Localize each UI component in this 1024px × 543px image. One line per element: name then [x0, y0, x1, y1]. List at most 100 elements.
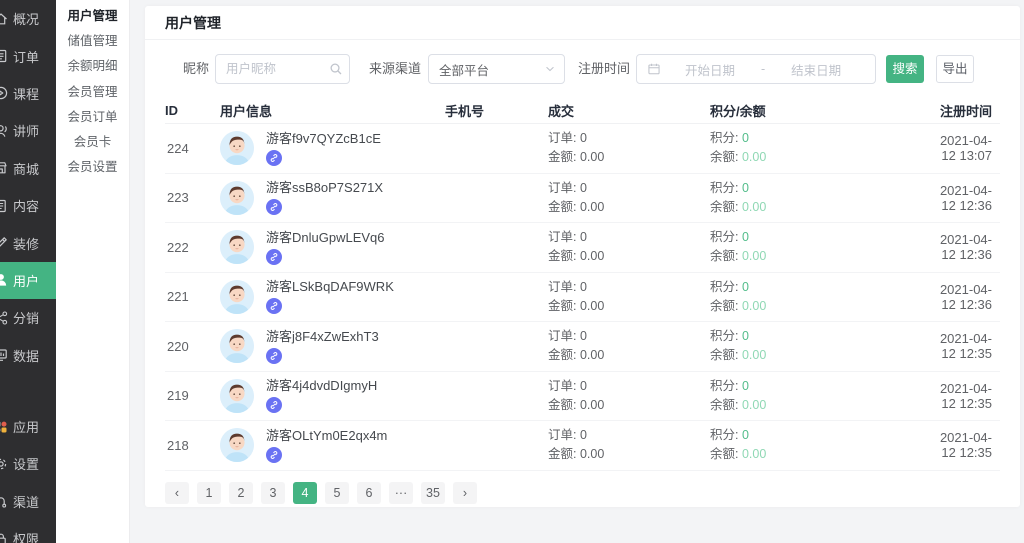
search-icon: [329, 62, 342, 75]
user-nickname: 游客4j4dvdDIgmyH: [266, 378, 377, 394]
sidebar-item[interactable]: 设置: [0, 445, 56, 482]
user-info-cell: 游客OLtYm0E2qx4m: [220, 428, 430, 463]
points-label: 积分:: [710, 131, 738, 145]
table-row: 221: [165, 273, 1000, 323]
sidebar-item-label: 设置: [13, 454, 39, 473]
amount-label: 金额:: [548, 249, 576, 263]
submenu-item[interactable]: 余额明细: [56, 54, 129, 79]
orders-label: 订单:: [548, 329, 576, 343]
main-sidebar: 概况 订单 课程 讲师 商城 内容: [0, 0, 56, 543]
orders-value: 0: [580, 379, 587, 393]
channel-select[interactable]: 全部平台: [428, 54, 565, 84]
sidebar-item-label: 讲师: [13, 121, 39, 140]
col-header-deal: 成交: [548, 101, 710, 120]
sidebar-item[interactable]: 权限: [0, 520, 56, 543]
pagination-button[interactable]: ›: [453, 482, 477, 504]
deal-cell: 订单: 0 金额: 0.00: [548, 278, 710, 316]
avatar: [220, 181, 254, 215]
link-icon: [269, 301, 279, 311]
sidebar-item-label: 数据: [13, 346, 39, 365]
sidebar-item[interactable]: 分销: [0, 299, 56, 336]
col-header-user: 用户信息: [220, 101, 430, 120]
chevron-down-icon: [544, 63, 556, 75]
sidebar-item-icon: [0, 48, 9, 64]
pagination-button[interactable]: ‹: [165, 482, 189, 504]
orders-label: 订单:: [548, 428, 576, 442]
pagination-button[interactable]: ···: [389, 482, 413, 504]
sidebar-item[interactable]: 内容: [0, 187, 56, 224]
start-date-placeholder[interactable]: 开始日期: [661, 60, 759, 79]
orders-value: 0: [580, 329, 587, 343]
balance-label: 余额:: [710, 348, 738, 362]
amount-label: 金额:: [548, 150, 576, 164]
balance-label: 余额:: [710, 299, 738, 313]
link-icon: [269, 153, 279, 163]
sidebar-item-label: 分销: [13, 308, 39, 327]
user-nickname: 游客ssB8oP7S271X: [266, 180, 383, 196]
amount-label: 金额:: [548, 348, 576, 362]
search-button[interactable]: 搜索: [886, 55, 924, 83]
date-range-picker[interactable]: 开始日期 - 结束日期: [636, 54, 876, 84]
pagination-button[interactable]: 5: [325, 482, 349, 504]
points-value: 0: [742, 280, 749, 294]
amount-value: 0.00: [580, 447, 604, 461]
balance-value: 0.00: [742, 249, 766, 263]
date-range-separator: -: [759, 62, 767, 76]
balance-value: 0.00: [742, 200, 766, 214]
end-date-placeholder[interactable]: 结束日期: [767, 60, 865, 79]
page-title: 用户管理: [145, 6, 1020, 40]
points-value: 0: [742, 181, 749, 195]
sidebar-item[interactable]: 概况: [0, 0, 56, 37]
amount-label: 金额:: [548, 299, 576, 313]
amount-label: 金额:: [548, 200, 576, 214]
amount-value: 0.00: [580, 299, 604, 313]
channel-select-value: 全部平台: [439, 60, 489, 79]
sidebar-item[interactable]: 装修: [0, 224, 56, 261]
submenu-item[interactable]: 会员管理: [56, 80, 129, 105]
link-icon: [269, 400, 279, 410]
submenu-item[interactable]: 会员设置: [56, 155, 129, 180]
sidebar-item[interactable]: 课程: [0, 75, 56, 112]
sidebar-item-label: 应用: [13, 417, 39, 436]
export-button[interactable]: 导出: [936, 55, 974, 83]
sidebar-item[interactable]: 渠道: [0, 483, 56, 520]
submenu-item[interactable]: 储值管理: [56, 29, 129, 54]
sidebar-item[interactable]: 订单: [0, 37, 56, 74]
col-header-phone: 手机号: [430, 101, 548, 120]
orders-label: 订单:: [548, 230, 576, 244]
user-info-cell: 游客LSkBqDAF9WRK: [220, 279, 430, 314]
regtime-label: 注册时间: [578, 54, 630, 84]
orders-value: 0: [580, 428, 587, 442]
table-row: 223: [165, 174, 1000, 224]
sidebar-item-icon: [0, 310, 9, 326]
registered-time: 2021-04-12 12:35: [935, 381, 1000, 411]
sidebar-item[interactable]: 应用: [0, 408, 56, 445]
sidebar-item-icon: [0, 235, 9, 251]
pagination-button[interactable]: 2: [229, 482, 253, 504]
sidebar-item[interactable]: 用户: [0, 262, 56, 299]
sidebar-item[interactable]: 商城: [0, 150, 56, 187]
points-label: 积分:: [710, 280, 738, 294]
balance-label: 余额:: [710, 398, 738, 412]
sidebar-item-icon: [0, 85, 9, 101]
points-balance-cell: 积分: 0 余额: 0.00: [710, 377, 935, 415]
pagination-button[interactable]: 4: [293, 482, 317, 504]
sidebar-item[interactable]: 数据: [0, 337, 56, 374]
sidebar-item[interactable]: 讲师: [0, 112, 56, 149]
nickname-field-wrap: [215, 54, 350, 84]
user-management-card: 用户管理 昵称 来源渠道 全部平台 注册时间 开始日期 - 结束日期: [145, 6, 1020, 507]
pagination-button[interactable]: 3: [261, 482, 285, 504]
channel-badge: [266, 298, 282, 314]
pagination-button[interactable]: 1: [197, 482, 221, 504]
avatar: [220, 428, 254, 462]
pagination-button[interactable]: 6: [357, 482, 381, 504]
points-balance-cell: 积分: 0 余额: 0.00: [710, 327, 935, 365]
pagination-button[interactable]: 35: [421, 482, 445, 504]
submenu-item[interactable]: 用户管理: [56, 4, 129, 29]
user-info-cell: 游客j8F4xZwExhT3: [220, 329, 430, 364]
submenu-item[interactable]: 会员订单: [56, 105, 129, 130]
points-value: 0: [742, 230, 749, 244]
channel-badge: [266, 397, 282, 413]
table-row: 218: [165, 421, 1000, 471]
submenu-item[interactable]: 会员卡: [56, 130, 129, 155]
